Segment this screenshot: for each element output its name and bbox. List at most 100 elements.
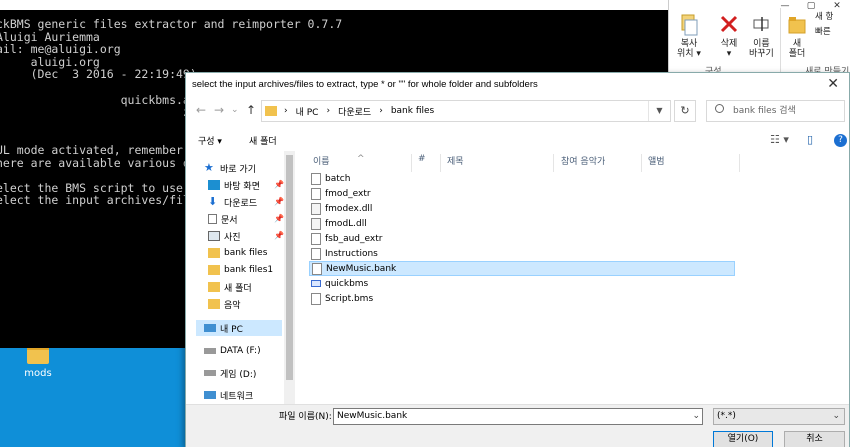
sidebar-item-this-pc[interactable]: 내 PC — [204, 320, 243, 336]
file-name: fmodL.dll — [325, 218, 367, 229]
folder-icon — [208, 248, 220, 258]
refresh-icon[interactable]: ↻ — [674, 100, 696, 122]
forward-icon[interactable]: → — [214, 103, 224, 117]
sidebar-item-quick-access[interactable]: ★ 바로 가기 — [204, 160, 256, 176]
navigation-pane: ★ 바로 가기 바탕 화면 ⬇ 다운로드 문서 사진 bank files ba… — [186, 151, 295, 404]
back-icon[interactable]: ← — [196, 103, 206, 117]
sidebar-item-bank-files1[interactable]: bank files1 — [208, 262, 273, 278]
file-row[interactable]: Script.bms — [309, 291, 735, 306]
sidebar-label: 문서 — [221, 215, 238, 226]
column-album[interactable]: 앨범 — [648, 154, 665, 167]
filename-value: NewMusic.bank — [337, 411, 408, 421]
file-icon — [311, 247, 321, 260]
new-folder-ribbon-label: 새 폴더 — [788, 39, 806, 59]
recent-locations-chevron-icon[interactable]: ⌄ — [231, 105, 239, 115]
sidebar-item-music[interactable]: 음악 — [208, 296, 241, 312]
sidebar-label: bank files1 — [224, 265, 274, 275]
file-row[interactable]: Instructions — [309, 246, 735, 261]
sidebar-label: 음악 — [224, 300, 241, 311]
file-name: quickbms — [325, 278, 369, 289]
drive-icon — [204, 370, 216, 376]
console-titlebar — [0, 0, 668, 10]
address-bar[interactable]: › 내 PC › 다운로드 › bank files ▼ — [261, 100, 671, 122]
column-artist[interactable]: 참여 음악가 — [561, 154, 605, 167]
search-icon — [715, 104, 724, 113]
folder-icon — [208, 282, 220, 292]
sidebar-item-drive-d[interactable]: 게임 (D:) — [204, 365, 256, 381]
file-type-select[interactable]: (*.*) ⌄ — [713, 408, 845, 425]
file-icon — [311, 217, 321, 230]
dialog-close-icon[interactable]: ✕ — [827, 76, 839, 92]
new-item-button[interactable]: 새 항 — [815, 12, 833, 22]
drive-icon — [204, 348, 216, 354]
file-open-dialog: select the input archives/files to extra… — [185, 72, 850, 447]
sidebar-item-new-folder[interactable]: 새 폴더 — [208, 279, 252, 295]
pin-icon: 📌 — [274, 197, 284, 206]
open-button[interactable]: 열기(O) — [713, 431, 773, 447]
breadcrumb-downloads[interactable]: 다운로드 — [338, 105, 371, 118]
sidebar-label: 바로 가기 — [220, 164, 256, 175]
new-folder-ribbon-button[interactable]: 새 폴더 — [787, 14, 807, 59]
file-row[interactable]: fsb_aud_extr — [309, 231, 735, 246]
sidebar-item-bank-files[interactable]: bank files — [208, 245, 267, 261]
ribbon-separator — [780, 8, 781, 74]
desktop-icon — [208, 180, 220, 190]
search-placeholder: bank files 검색 — [733, 106, 796, 116]
view-options-icon[interactable]: ☷ ▾ — [770, 133, 789, 146]
star-icon: ★ — [204, 161, 214, 174]
window-controls: — ▢ ✕ — [772, 0, 850, 14]
sidebar-item-drive-f[interactable]: DATA (F:) — [204, 343, 261, 359]
desktop-folder-mods[interactable]: mods — [20, 346, 56, 379]
sidebar-item-network[interactable]: 네트워크 — [204, 387, 253, 403]
sidebar-item-pictures[interactable]: 사진 — [208, 228, 241, 244]
filename-input[interactable]: NewMusic.bank ⌄ — [333, 408, 703, 425]
sidebar-item-desktop[interactable]: 바탕 화면 — [208, 177, 260, 193]
sidebar-scrollbar[interactable] — [284, 151, 295, 404]
sidebar-item-documents[interactable]: 문서 — [208, 211, 238, 227]
minimize-icon[interactable]: — — [772, 0, 798, 14]
new-item-label: 새 항 — [815, 12, 834, 22]
file-row[interactable]: NewMusic.bank — [309, 261, 735, 276]
file-row[interactable]: fmodL.dll — [309, 216, 735, 231]
breadcrumb-sep: › — [326, 106, 331, 116]
sidebar-label: 내 PC — [220, 324, 243, 335]
sidebar-item-downloads[interactable]: ⬇ 다운로드 — [208, 194, 257, 210]
pin-icon: 📌 — [274, 214, 284, 223]
folder-icon — [27, 346, 49, 364]
sidebar-label: 네트워크 — [220, 391, 254, 402]
dialog-title: select the input archives/files to extra… — [192, 79, 538, 90]
file-icon — [311, 232, 321, 245]
new-folder-button[interactable]: 새 폴더 — [249, 134, 277, 147]
dialog-content: ★ 바로 가기 바탕 화면 ⬇ 다운로드 문서 사진 bank files ba… — [186, 151, 849, 404]
breadcrumb-bank-files[interactable]: bank files — [391, 106, 434, 116]
breadcrumb-this-pc[interactable]: 내 PC — [296, 105, 319, 118]
file-icon — [311, 172, 321, 185]
up-folder-icon[interactable]: ↑ — [246, 103, 256, 117]
scrollbar-thumb[interactable] — [286, 155, 293, 380]
preview-pane-icon[interactable]: ▯ — [807, 133, 813, 146]
column-number[interactable]: # — [418, 154, 426, 164]
sort-ascending-icon: ^ — [357, 154, 365, 164]
search-input[interactable]: bank files 검색 — [706, 100, 845, 122]
breadcrumb-sep: › — [379, 106, 383, 116]
help-icon[interactable]: ? — [834, 134, 847, 147]
file-list: ^ 이름 # 제목 참여 음악가 앨범 batch fmod_extrfmodex… — [301, 151, 849, 404]
easy-access-button[interactable]: 빠른 — [815, 27, 831, 37]
desktop-icon-label: mods — [24, 368, 52, 379]
file-row[interactable]: batch — [309, 171, 735, 186]
delete-button[interactable]: 삭제 ▾ — [719, 14, 739, 59]
file-name: fmodex.dll — [325, 203, 373, 214]
column-name[interactable]: 이름 — [313, 154, 330, 167]
column-header: ^ 이름 # 제목 참여 음악가 앨범 — [301, 151, 849, 172]
address-dropdown-icon[interactable]: ▼ — [648, 101, 670, 121]
file-row[interactable]: quickbms — [309, 276, 735, 291]
file-row[interactable]: fmod_extr — [309, 186, 735, 201]
cancel-button[interactable]: 취소 — [784, 431, 845, 447]
column-title[interactable]: 제목 — [447, 154, 464, 167]
dialog-toolbar: 구성 ▾ 새 폴더 ☷ ▾ ▯ ? — [186, 129, 849, 153]
copy-to-button[interactable]: 복사 위치 ▾ — [677, 14, 701, 59]
organize-button[interactable]: 구성 ▾ — [198, 134, 222, 147]
rename-button[interactable]: 이름 바꾸기 — [749, 14, 774, 59]
chevron-down-icon[interactable]: ⌄ — [692, 409, 700, 424]
file-row[interactable]: fmodex.dll — [309, 201, 735, 216]
